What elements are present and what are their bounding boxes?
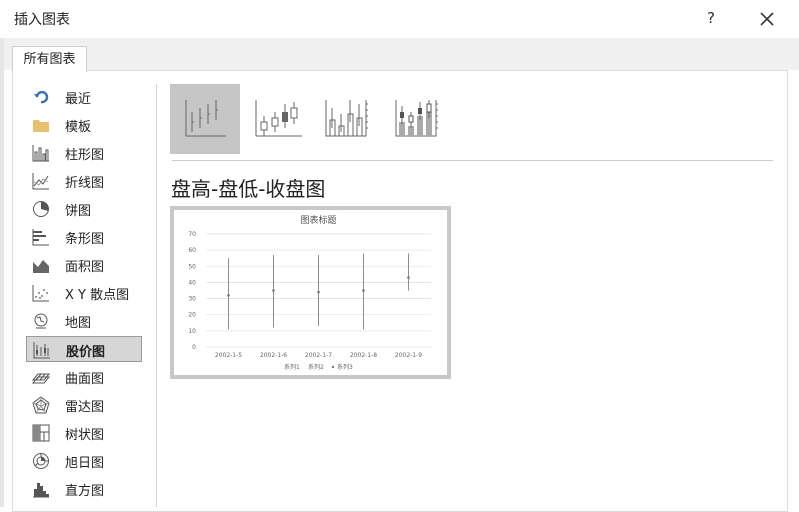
sidebar-item-label: 直方图 (65, 484, 105, 499)
stock-chart: 图表标题 0 10 20 30 40 50 60 70 2002-1-5 2002-1-6 2002-… (188, 214, 431, 371)
x-tick-label: 2002-1-8 (350, 352, 377, 359)
sidebar-item-surface[interactable]: 曲面图 (26, 364, 142, 390)
y-tick-label: 40 (188, 279, 196, 286)
sidebar-item-label: 最近 (65, 92, 92, 107)
legend-marker (331, 365, 335, 369)
recent-icon (34, 90, 49, 104)
sidebar-item-label: 条形图 (65, 232, 105, 247)
pie-chart-icon (33, 201, 49, 217)
close-point (317, 290, 320, 294)
dialog-title: 插入图表 (14, 12, 70, 28)
sidebar-item-label: 旭日图 (65, 456, 105, 471)
stock-chart-icon (33, 342, 50, 359)
x-tick-label: 2002-1-7 (305, 352, 332, 359)
sidebar-item-label: X Y 散点图 (65, 288, 130, 303)
x-tick-label: 2002-1-5 (215, 352, 242, 359)
sidebar-item-pie[interactable]: 饼图 (26, 196, 142, 222)
y-tick-label: 10 (188, 328, 196, 335)
sidebar-item-label: 树状图 (65, 428, 105, 443)
sidebar-item-label: 模板 (65, 120, 92, 135)
histogram-chart-icon (33, 483, 49, 498)
y-tick-label: 30 (188, 296, 196, 303)
legend-entry: 系列2 (308, 363, 324, 371)
high-low-close-icon (185, 100, 226, 137)
x-tick-label: 2002-1-6 (260, 352, 287, 359)
window-edge (0, 38, 4, 507)
bar-chart-icon (32, 229, 49, 246)
sidebar-item-treemap[interactable]: 树状图 (26, 420, 142, 446)
sidebar-item-stock[interactable]: 股价图 (26, 336, 142, 362)
sunburst-chart-icon (33, 453, 49, 469)
close-point (407, 276, 410, 279)
y-tick-label: 0 (192, 344, 196, 351)
y-tick-label: 60 (188, 247, 196, 254)
sidebar-item-label: 折线图 (65, 176, 105, 191)
y-tick-label: 20 (188, 312, 196, 319)
sidebar-item-label: 饼图 (65, 204, 92, 219)
legend-entry: 系列3 (337, 363, 353, 371)
area-chart-icon (33, 260, 49, 273)
sidebar-item-label: 地图 (65, 316, 92, 331)
chart-type-name: 盘高-盘低-收盘图 (171, 177, 326, 201)
subtype-open-high-low-close[interactable] (250, 84, 320, 154)
sidebar-item-label: 面积图 (65, 260, 105, 275)
chart-preview[interactable]: 图表标题 0 10 20 30 40 50 60 70 2002-1-5 2002-1-6 2002-… (170, 206, 451, 379)
subtype-divider (172, 160, 773, 161)
close-point (362, 289, 365, 292)
dialog-titlebar: 插入图表 ? (0, 0, 799, 38)
open-high-low-close-icon (255, 100, 302, 137)
sidebar-item-column[interactable]: 柱形图 (26, 140, 142, 166)
x-tick-label: 2002-1-9 (395, 352, 422, 359)
sidebar-item-histogram[interactable]: 直方图 (26, 476, 142, 502)
subtype-volume-open-high-low-close[interactable] (390, 84, 460, 154)
legend-entry: 系列1 (284, 363, 300, 371)
y-tick-label: 70 (188, 231, 196, 238)
line-chart-icon (32, 173, 49, 190)
volume-high-low-close-icon (325, 100, 368, 137)
close-icon[interactable] (754, 6, 780, 32)
sidebar-item-area[interactable]: 面积图 (26, 252, 142, 278)
subtype-volume-high-low-close[interactable] (320, 84, 390, 154)
tab-all-charts[interactable]: 所有图表 (12, 46, 87, 72)
sidebar-item-label: 股价图 (66, 345, 106, 360)
chart-title: 图表标题 (300, 214, 336, 226)
sidebar-item-templates[interactable]: 模板 (26, 112, 142, 138)
sidebar-item-map[interactable]: 地图 (26, 308, 142, 334)
sidebar-item-bar[interactable]: 条形图 (26, 224, 142, 250)
sidebar-divider (156, 84, 157, 507)
treemap-chart-icon (32, 424, 50, 442)
surface-chart-icon (32, 373, 50, 384)
sidebar-item-label: 曲面图 (65, 372, 105, 387)
column-chart-icon (32, 145, 49, 162)
help-button[interactable]: ? (700, 7, 722, 29)
volume-open-high-low-close-icon (395, 100, 438, 137)
close-point (227, 294, 230, 297)
close-point (272, 289, 275, 292)
sidebar-item-line[interactable]: 折线图 (26, 168, 142, 194)
scatter-chart-icon (32, 285, 49, 302)
y-tick-label: 50 (188, 263, 196, 270)
folder-icon (33, 120, 49, 132)
subtype-high-low-close[interactable] (170, 84, 240, 154)
sidebar-item-radar[interactable]: 雷达图 (26, 392, 142, 418)
tab-strip (0, 38, 799, 70)
sidebar-item-sunburst[interactable]: 旭日图 (26, 448, 142, 474)
sidebar-item-recent[interactable]: 最近 (26, 84, 142, 110)
sidebar-item-scatter[interactable]: X Y 散点图 (26, 280, 142, 306)
chart-preview-canvas: 图表标题 0 10 20 30 40 50 60 70 2002-1-5 2002-1-6 2002-… (174, 210, 447, 375)
map-chart-icon (34, 313, 48, 329)
sidebar-item-label: 雷达图 (65, 400, 105, 415)
radar-chart-icon (32, 396, 50, 414)
sidebar-item-label: 柱形图 (65, 148, 105, 163)
